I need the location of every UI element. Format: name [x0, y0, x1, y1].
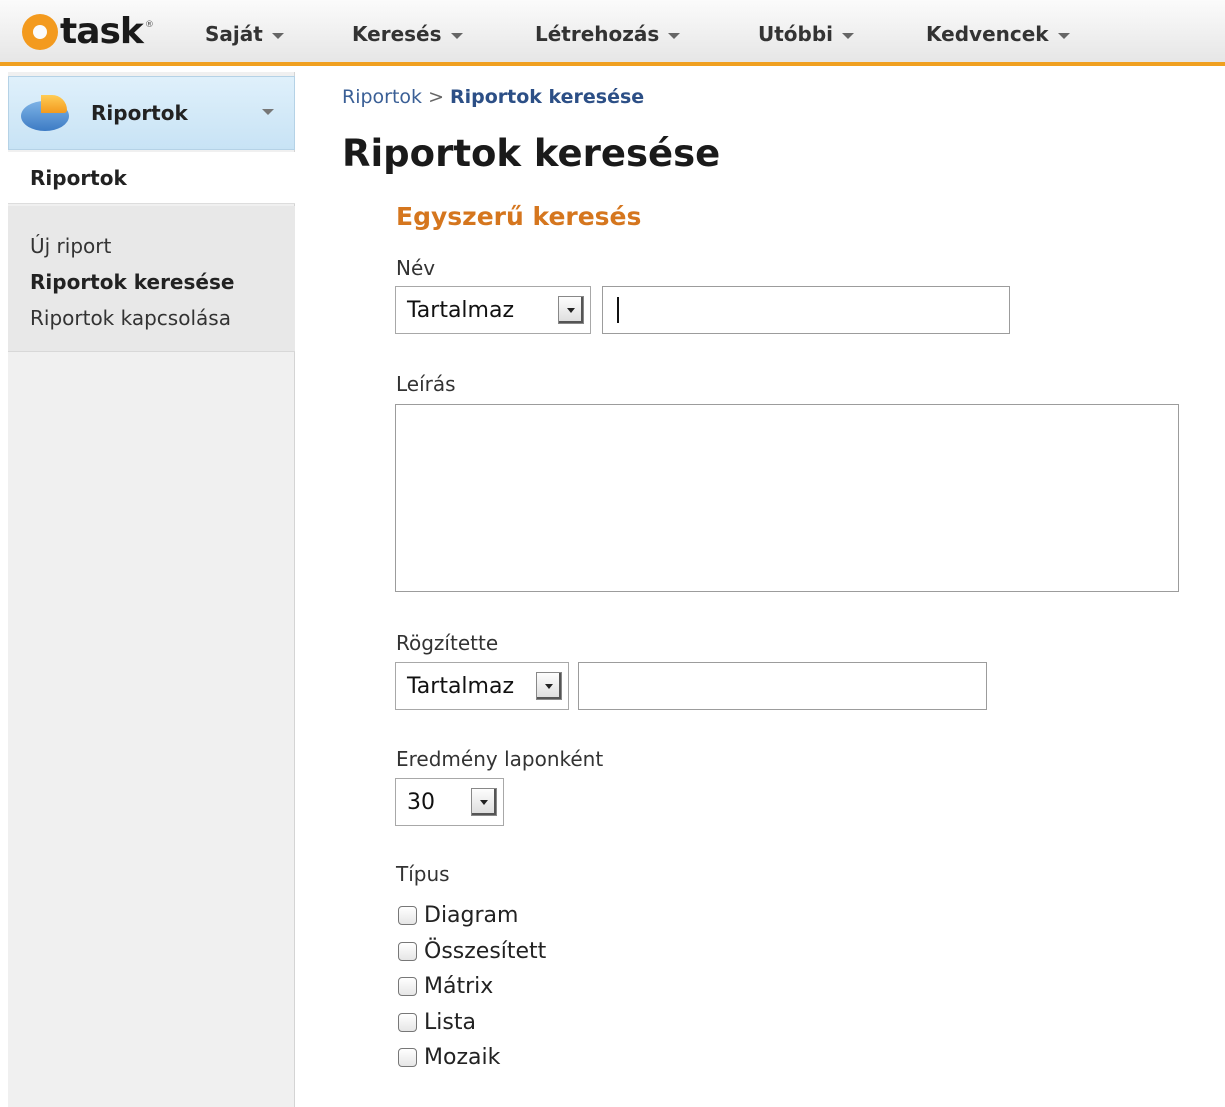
- entered-by-operator-select[interactable]: Tartalmaz: [395, 662, 569, 710]
- description-textarea[interactable]: [395, 404, 1179, 592]
- dropdown-arrow-icon: [536, 672, 562, 700]
- checkbox[interactable]: [398, 906, 417, 926]
- checkbox-label: Mátrix: [424, 974, 494, 1000]
- page-title: Riportok keresése: [342, 132, 721, 175]
- type-option-mosaic[interactable]: Mozaik: [398, 1040, 546, 1076]
- sidebar-links: Új riport Riportok keresése Riportok kap…: [8, 206, 295, 352]
- nav-menu-label: Létrehozás: [535, 22, 660, 46]
- text-cursor: [617, 297, 619, 323]
- checkbox[interactable]: [398, 941, 417, 961]
- type-option-list[interactable]: Lista: [398, 1005, 546, 1041]
- dropdown-arrow-icon: [558, 296, 584, 324]
- section-title: Egyszerű keresés: [396, 202, 642, 231]
- logo-registered-mark: ®: [144, 20, 154, 30]
- entered-by-operator-value: Tartalmaz: [407, 673, 515, 699]
- sidebar-item-link-reports[interactable]: Riportok kapcsolása: [30, 300, 295, 336]
- checkbox-label: Lista: [424, 1009, 476, 1035]
- breadcrumb-parent-link[interactable]: Riportok: [342, 86, 422, 108]
- checkbox-label: Diagram: [424, 903, 519, 929]
- checkbox-label: Összesített: [424, 938, 547, 964]
- type-option-diagram[interactable]: Diagram: [398, 898, 546, 934]
- top-navigation-bar: task ® Saját Keresés Létrehozás Utóbbi K…: [0, 0, 1225, 66]
- type-option-summary[interactable]: Összesített: [398, 934, 546, 970]
- sidebar: Riportok Riportok Új riport Riportok ker…: [8, 72, 295, 1107]
- type-label: Típus: [396, 862, 450, 886]
- nav-menu-label: Keresés: [352, 22, 442, 46]
- per-page-value: 30: [407, 789, 435, 815]
- entered-by-input[interactable]: [578, 662, 987, 710]
- nav-menu-kedvencek[interactable]: Kedvencek: [926, 22, 1070, 46]
- nav-menu-label: Kedvencek: [926, 22, 1049, 46]
- sidebar-module-label: Riportok: [91, 101, 188, 125]
- nav-menu-label: Utóbbi: [758, 22, 834, 46]
- checkbox-label: Mozaik: [424, 1045, 501, 1071]
- chevron-down-icon: [1057, 32, 1070, 39]
- nav-menu-kereses[interactable]: Keresés: [352, 22, 463, 46]
- chevron-down-icon: [842, 32, 855, 39]
- name-label: Név: [396, 256, 436, 280]
- breadcrumb: Riportok > Riportok keresése: [342, 86, 644, 108]
- nav-menu-utobbi[interactable]: Utóbbi: [758, 22, 855, 46]
- nav-menu-label: Saját: [205, 22, 263, 46]
- breadcrumb-current: Riportok keresése: [449, 86, 645, 108]
- nav-menu-letrehozas[interactable]: Létrehozás: [535, 22, 681, 46]
- logo-text: task: [60, 11, 144, 52]
- sidebar-item-search-reports[interactable]: Riportok keresése: [30, 264, 295, 300]
- per-page-label: Eredmény laponként: [396, 747, 604, 771]
- pie-chart-icon: [21, 93, 69, 133]
- checkbox[interactable]: [398, 977, 417, 997]
- checkbox[interactable]: [398, 1048, 417, 1068]
- sidebar-item-new-report[interactable]: Új riport: [30, 228, 295, 264]
- sidebar-module-selector[interactable]: Riportok: [8, 76, 295, 150]
- description-label: Leírás: [396, 372, 456, 396]
- chevron-down-icon: [450, 32, 463, 39]
- nav-menu-sajat[interactable]: Saját: [205, 22, 284, 46]
- name-operator-value: Tartalmaz: [407, 297, 515, 323]
- name-input[interactable]: [602, 286, 1010, 334]
- per-page-select[interactable]: 30: [395, 778, 504, 826]
- name-operator-select[interactable]: Tartalmaz: [395, 286, 591, 334]
- dropdown-arrow-icon: [471, 788, 497, 816]
- chevron-down-icon: [668, 32, 681, 39]
- type-option-matrix[interactable]: Mátrix: [398, 969, 546, 1005]
- logo-at-icon: [22, 14, 58, 50]
- checkbox[interactable]: [398, 1012, 417, 1032]
- app-logo[interactable]: task ®: [22, 12, 154, 52]
- chevron-down-icon: [271, 32, 284, 39]
- sidebar-section-title[interactable]: Riportok: [8, 152, 295, 204]
- type-checkbox-group: Diagram Összesített Mátrix Lista Mozaik: [398, 898, 546, 1076]
- entered-by-label: Rögzítette: [396, 631, 499, 655]
- chevron-down-icon: [262, 109, 274, 115]
- breadcrumb-separator: >: [428, 86, 444, 108]
